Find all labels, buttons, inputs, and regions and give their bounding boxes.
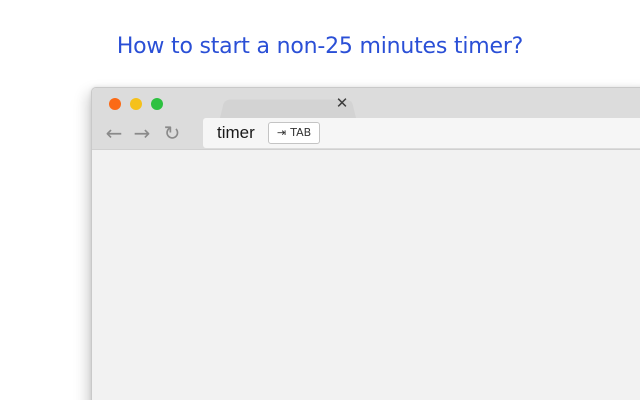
tab-key-hint: ⇥ TAB	[268, 122, 321, 144]
minimize-window-button[interactable]	[130, 98, 142, 110]
close-window-button[interactable]	[109, 98, 121, 110]
address-bar-text: timer	[217, 123, 255, 142]
browser-toolbar: ← → ↻ timer ⇥ TAB	[92, 118, 640, 150]
tab-key-label: TAB	[290, 126, 312, 139]
address-bar[interactable]: timer ⇥ TAB	[203, 118, 640, 148]
back-arrow-icon[interactable]: ←	[104, 122, 124, 144]
page-content-area	[92, 150, 640, 400]
page-headline: How to start a non-25 minutes timer?	[116, 34, 524, 59]
close-icon[interactable]: ✕	[335, 96, 349, 111]
maximize-window-button[interactable]	[151, 98, 163, 110]
page: How to start a non-25 minutes timer? ✕ ←…	[0, 0, 640, 400]
browser-window: ✕ ← → ↻ timer ⇥ TAB	[91, 87, 640, 400]
forward-arrow-icon[interactable]: →	[132, 122, 152, 144]
reload-icon[interactable]: ↻	[162, 122, 182, 144]
tab-strip: ✕	[92, 88, 640, 118]
tab-arrow-icon: ⇥	[277, 126, 287, 139]
